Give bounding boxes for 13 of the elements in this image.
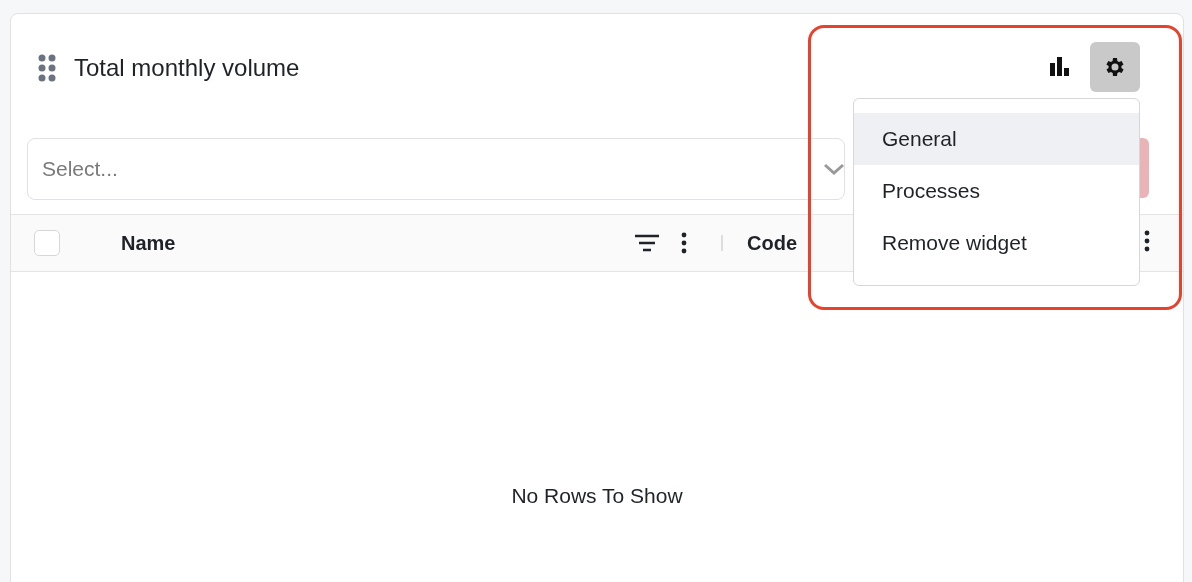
- select-field[interactable]: Select...: [27, 138, 845, 200]
- kebab-menu-icon[interactable]: [1144, 230, 1150, 252]
- bar-chart-icon[interactable]: [1050, 57, 1070, 76]
- kebab-menu-icon[interactable]: [681, 232, 687, 254]
- settings-button[interactable]: [1090, 41, 1140, 92]
- filter-icon[interactable]: [635, 234, 659, 252]
- drag-handle-icon[interactable]: [38, 54, 56, 82]
- column-header[interactable]: Name: [121, 231, 635, 255]
- menu-item[interactable]: General: [854, 113, 1139, 165]
- select-all-checkbox[interactable]: [34, 230, 60, 256]
- chevron-down-icon[interactable]: [823, 163, 845, 175]
- empty-message: No Rows To Show: [511, 484, 683, 508]
- widget-title: Total monthly volume: [74, 54, 301, 82]
